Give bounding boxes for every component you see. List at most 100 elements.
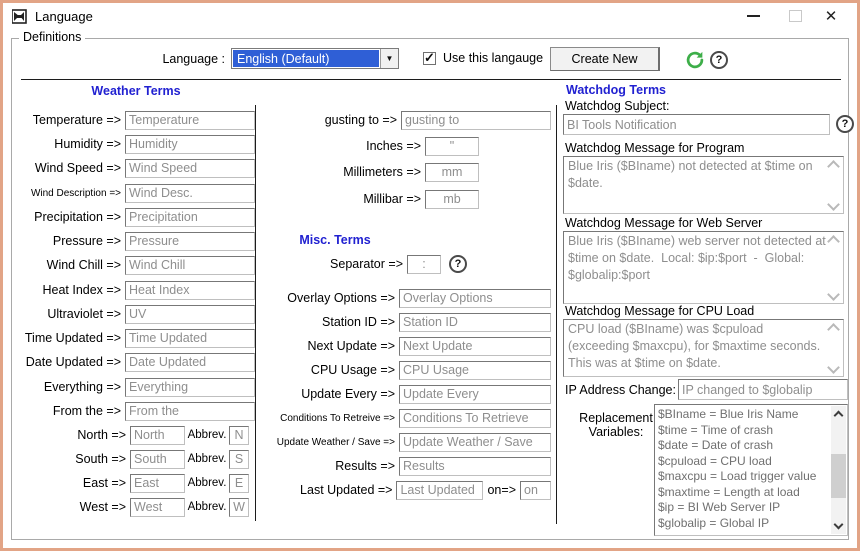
wind-speed-input[interactable]: [125, 159, 255, 178]
watchdog-webserver-textarea[interactable]: [564, 232, 843, 303]
field-label: Wind Speed =>: [17, 161, 121, 175]
field-label: Time Updated =>: [17, 331, 121, 345]
watchdog-web-message: [563, 231, 844, 304]
direction-row: South => Abbrev.: [17, 449, 255, 469]
field-label: Wind Description =>: [17, 188, 121, 199]
last-updated-input[interactable]: [396, 481, 483, 500]
middle-terms-column: gusting to => Inches => Millimeters => M…: [259, 3, 551, 548]
field-row: Millimeters =>: [259, 162, 551, 182]
field-row: Update Weather / Save =>: [259, 432, 551, 452]
field-label: Date Updated =>: [17, 355, 121, 369]
precipitation-input[interactable]: [125, 208, 255, 227]
replacement-variables-listbox[interactable]: $BIname = Blue Iris Name $time = Time of…: [654, 404, 848, 536]
wind-description-input[interactable]: [125, 184, 255, 203]
cpu-usage-input[interactable]: [399, 361, 551, 380]
field-row: Millibar =>: [259, 189, 551, 209]
field-label: West =>: [17, 500, 126, 514]
gusting-to-input[interactable]: [401, 111, 551, 130]
field-label: Heat Index =>: [17, 283, 121, 297]
field-label: East =>: [17, 476, 126, 490]
field-label: Inches =>: [259, 139, 421, 153]
direction-row: West => Abbrev.: [17, 497, 255, 517]
scrollbar-thumb[interactable]: [831, 454, 846, 498]
list-item: $ip = BI Web Server IP: [658, 500, 829, 516]
watchdog-web-label: Watchdog Message for Web Server: [565, 216, 762, 230]
ip-address-change-row: IP Address Change:: [565, 379, 848, 400]
list-item: $maxcpu = Load trigger value: [658, 469, 829, 485]
station-id-input[interactable]: [399, 313, 551, 332]
field-row: Wind Chill =>: [17, 255, 255, 275]
ip-address-change-input[interactable]: [678, 379, 848, 400]
separator-help-icon[interactable]: ?: [449, 255, 467, 273]
south-input[interactable]: [130, 450, 185, 469]
east-abbrev-input[interactable]: [229, 474, 249, 493]
field-label: Millimeters =>: [259, 165, 421, 179]
east-input[interactable]: [130, 474, 185, 493]
separator-input[interactable]: [407, 255, 441, 274]
temperature-input[interactable]: [125, 111, 255, 130]
field-row: Wind Description =>: [17, 183, 255, 203]
heat-index-input[interactable]: [125, 281, 255, 300]
language-window: Language ✕ Definitions Language : Englis…: [0, 0, 860, 551]
variables-list: $BIname = Blue Iris Name $time = Time of…: [658, 407, 829, 533]
on-label: on=>: [487, 483, 516, 497]
watchdog-terms-column: Watchdog Terms Watchdog Subject: ? Watch…: [563, 3, 848, 548]
field-label: Conditions To Retreive =>: [259, 413, 395, 424]
field-label: Millibar =>: [259, 192, 421, 206]
scroll-up-icon[interactable]: [834, 411, 844, 421]
ip-address-change-label: IP Address Change:: [565, 383, 676, 397]
direction-row: East => Abbrev.: [17, 473, 255, 493]
subject-help-icon[interactable]: ?: [836, 115, 854, 133]
west-input[interactable]: [130, 498, 185, 517]
field-row: Temperature =>: [17, 110, 255, 130]
wind-chill-input[interactable]: [125, 256, 255, 275]
update-weather-save-input[interactable]: [399, 433, 551, 452]
field-row: Overlay Options =>: [259, 288, 551, 308]
watchdog-program-message: [563, 156, 844, 214]
millimeters-input[interactable]: [425, 163, 479, 182]
field-row: Update Every =>: [259, 384, 551, 404]
field-row: CPU Usage =>: [259, 360, 551, 380]
south-abbrev-input[interactable]: [229, 450, 249, 469]
humidity-input[interactable]: [125, 135, 255, 154]
field-label: Ultraviolet =>: [17, 307, 121, 321]
next-update-input[interactable]: [399, 337, 551, 356]
field-row: Next Update =>: [259, 336, 551, 356]
abbrev-label: Abbrev.: [185, 477, 229, 489]
update-every-input[interactable]: [399, 385, 551, 404]
weather-terms-title: Weather Terms: [17, 84, 255, 98]
field-row: Pressure =>: [17, 231, 255, 251]
field-label: South =>: [17, 452, 126, 466]
inches-input[interactable]: [425, 137, 479, 156]
direction-row: North => Abbrev.: [17, 425, 255, 445]
scroll-down-icon[interactable]: [834, 520, 844, 530]
pressure-input[interactable]: [125, 232, 255, 251]
watchdog-program-textarea[interactable]: [564, 157, 843, 213]
millibar-input[interactable]: [425, 190, 479, 209]
watchdog-subject-input[interactable]: [563, 114, 830, 135]
field-label: Station ID =>: [259, 315, 395, 329]
listbox-scrollbar[interactable]: [831, 406, 846, 534]
overlay-options-input[interactable]: [399, 289, 551, 308]
ultraviolet-input[interactable]: [125, 305, 255, 324]
west-abbrev-input[interactable]: [229, 498, 249, 517]
last-updated-on-input[interactable]: [520, 481, 551, 500]
field-label: Results =>: [259, 459, 395, 473]
watchdog-subject-label: Watchdog Subject:: [565, 99, 669, 113]
watchdog-cpu-textarea[interactable]: [564, 320, 843, 376]
definitions-legend: Definitions: [19, 30, 85, 44]
abbrev-label: Abbrev.: [185, 501, 229, 513]
field-row: Date Updated =>: [17, 352, 255, 372]
date-updated-input[interactable]: [125, 353, 255, 372]
conditions-to-retrieve-input[interactable]: [399, 409, 551, 428]
north-input[interactable]: [130, 426, 185, 445]
time-updated-input[interactable]: [125, 329, 255, 348]
field-label: Temperature =>: [17, 113, 121, 127]
from-the-input[interactable]: [125, 402, 255, 421]
everything-input[interactable]: [125, 378, 255, 397]
field-label: Precipitation =>: [17, 210, 121, 224]
field-label: Next Update =>: [259, 339, 395, 353]
north-abbrev-input[interactable]: [229, 426, 249, 445]
results-input[interactable]: [399, 457, 551, 476]
separator-row: Separator => ?: [259, 254, 551, 274]
